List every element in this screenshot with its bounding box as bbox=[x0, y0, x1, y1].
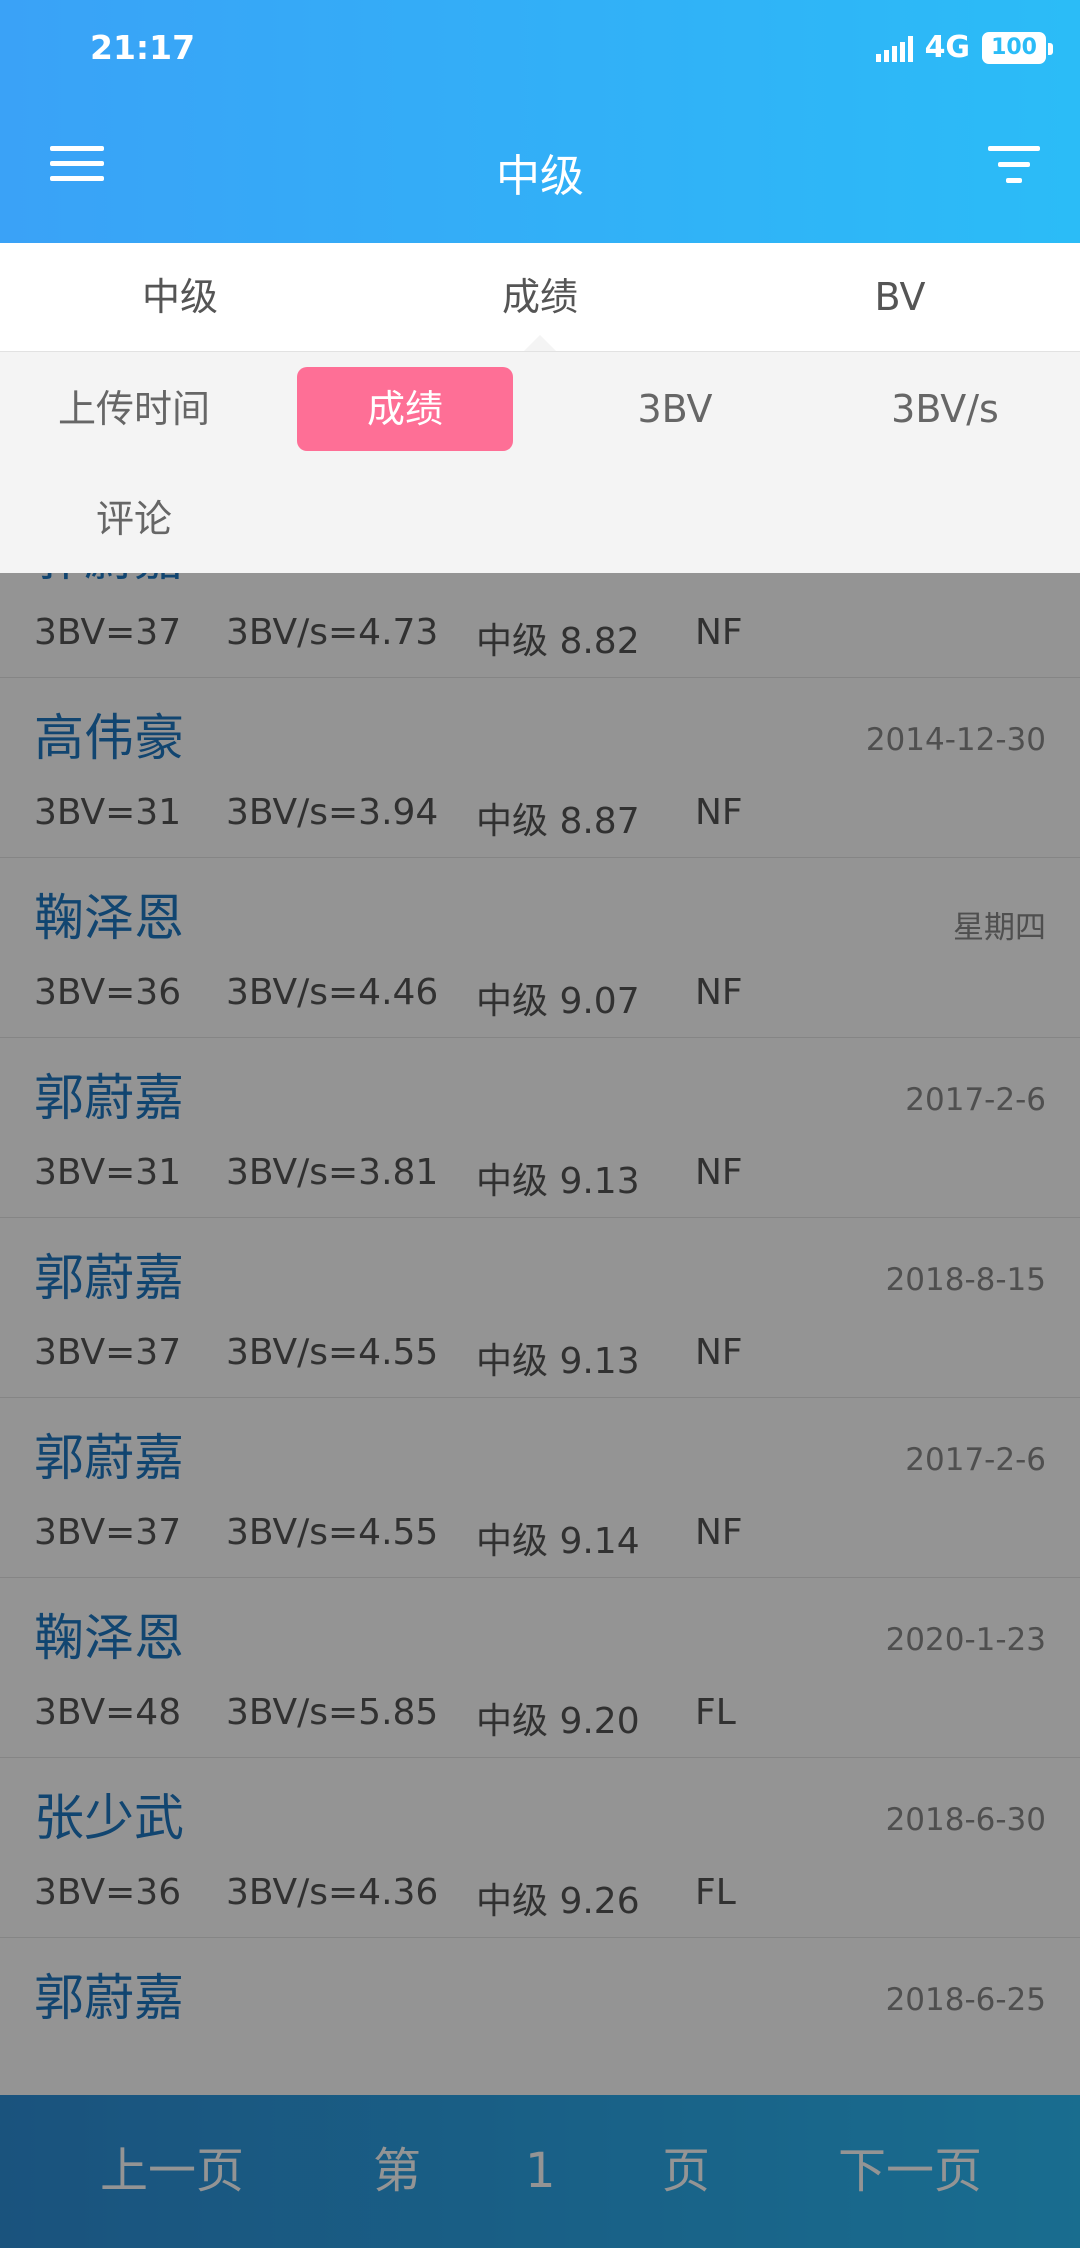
pager-bar: 上一页 第 1 页 下一页 bbox=[0, 2095, 1080, 2248]
page-title: 中级 bbox=[496, 151, 584, 202]
category-tabs: 中级 成绩 BV bbox=[0, 243, 1080, 351]
battery-icon: 100 bbox=[982, 31, 1053, 64]
sort-panel: 上传时间 成绩 3BV 3BV/s 评论 bbox=[0, 351, 1080, 574]
signal-icon bbox=[875, 34, 913, 62]
tab-score[interactable]: 成绩 bbox=[360, 243, 720, 351]
app-header: 21:17 4G 100 中级 bbox=[0, 0, 1080, 243]
sort-upload-time-button[interactable]: 上传时间 bbox=[26, 367, 242, 451]
filter-icon[interactable] bbox=[988, 146, 1040, 184]
dim-overlay[interactable] bbox=[0, 573, 1080, 2248]
status-icons: 4G 100 bbox=[875, 30, 1053, 65]
tab-bv[interactable]: BV bbox=[720, 243, 1080, 351]
sort-comments-button[interactable]: 评论 bbox=[26, 477, 242, 561]
pager-dim-overlay bbox=[0, 2095, 1080, 2248]
tab-intermediate[interactable]: 中级 bbox=[0, 243, 360, 351]
network-label: 4G bbox=[924, 30, 971, 65]
sort-score-button[interactable]: 成绩 bbox=[297, 367, 513, 451]
sort-3bvs-button[interactable]: 3BV/s bbox=[837, 367, 1053, 451]
status-time: 21:17 bbox=[90, 28, 196, 67]
tab-selected-indicator bbox=[524, 335, 556, 351]
battery-level: 100 bbox=[991, 34, 1037, 60]
sort-3bv-button[interactable]: 3BV bbox=[567, 367, 783, 451]
